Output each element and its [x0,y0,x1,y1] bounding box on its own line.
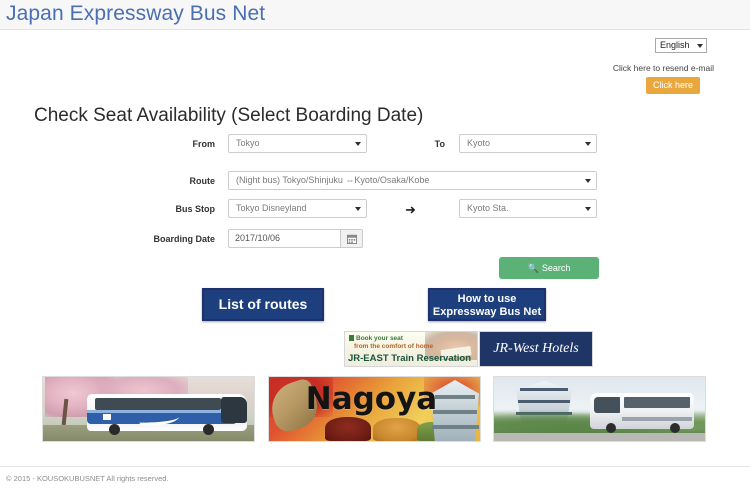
route-select-value: (Night bus) Tokyo/Shinjuku ⇔Kyoto/Osaka/… [236,175,430,185]
from-label: From [192,139,216,149]
search-icon: 🔍 [527,263,539,273]
promo3-castle-roof-1 [520,388,568,391]
chevron-down-icon [697,44,703,48]
promo-image-bus-castle[interactable] [493,376,706,442]
site-title: Japan Expressway Bus Net [6,2,266,25]
bus-stop-label: Bus Stop [175,204,216,214]
search-button[interactable]: 🔍 Search [499,257,599,279]
promo1-wheel-rear [109,424,120,435]
page-root: Japan Expressway Bus Net English Click h… [0,0,750,500]
calendar-icon [347,234,357,244]
bus-stop-to-value: Kyoto Sta. [467,203,509,213]
jr-east-title: JR-EAST Train Reservation [348,353,472,364]
jr-west-hotels-banner[interactable]: JR-West Hotels [479,331,593,367]
promo3-castle-roof-2 [518,400,570,403]
search-button-label: Search [541,263,571,273]
promo2-food-fried [373,418,421,441]
from-select[interactable]: Tokyo [228,134,367,153]
promo2-food-miso [325,417,371,441]
promo3-wheel-rear [606,423,616,433]
route-label: Route [189,176,216,186]
list-of-routes-button[interactable]: List of routes [202,288,324,321]
page-title: Check Seat Availability (Select Boarding… [34,105,424,126]
to-select-value: Kyoto [467,138,491,148]
footer-divider [0,466,750,467]
chevron-down-icon [355,142,361,146]
promo3-road [494,433,705,441]
from-select-value: Tokyo [236,138,260,148]
promo-image-bus-cherry-blossom[interactable] [42,376,255,442]
site-header: Japan Expressway Bus Net [0,0,750,30]
how-to-use-button[interactable]: How to use Expressway Bus Net [428,288,546,321]
promo1-bus-window [95,398,221,410]
to-select[interactable]: Kyoto [459,134,597,153]
boarding-date-input[interactable]: 2017/10/06 [228,229,341,248]
chevron-down-icon [355,207,361,211]
promo2-nagoya-text: Nagoya [305,381,438,417]
language-select[interactable]: English [655,38,707,53]
language-select-value: English [660,40,690,50]
jr-west-title: JR-West Hotels [493,341,579,356]
jr-east-banner[interactable]: Book your seat from the comfort of home … [344,331,478,367]
chevron-down-icon [585,207,591,211]
promo3-wheel-front [670,423,680,433]
promo1-bus-windshield [221,397,247,423]
arrow-right-icon: ➜ [405,202,416,217]
promo2-castle-roof-3 [432,425,479,429]
promo1-bus-logo [103,414,111,420]
ticket-icon [349,335,354,341]
bus-stop-from-select[interactable]: Tokyo Disneyland [228,199,367,218]
how-to-use-line2: Expressway Bus Net [432,306,542,318]
chevron-down-icon [585,179,591,183]
promo3-bus-windshield [594,397,620,413]
promo3-bus-stripe [622,417,692,421]
boarding-date-label: Boarding Date [153,234,215,244]
resend-email-label: Click here to resend e-mail [612,63,714,73]
jr-east-line1: Book your seat [356,335,403,342]
calendar-button[interactable] [341,229,363,248]
footer-copyright: © 2015 - KOUSOKUBUSNET All rights reserv… [6,474,169,483]
route-select[interactable]: (Night bus) Tokyo/Shinjuku ⇔Kyoto/Osaka/… [228,171,597,190]
promo-image-nagoya[interactable]: Nagoya [268,376,481,442]
jr-east-line2: from the comfort of home [354,343,434,350]
bus-stop-from-value: Tokyo Disneyland [236,203,307,213]
promo1-wheel-front [203,424,214,435]
how-to-use-line1: How to use [457,293,517,305]
bus-stop-to-select[interactable]: Kyoto Sta. [459,199,597,218]
promo3-bus-side-window [624,397,690,408]
click-here-button[interactable]: Click here [646,77,700,94]
chevron-down-icon [585,142,591,146]
to-label: To [434,139,445,149]
